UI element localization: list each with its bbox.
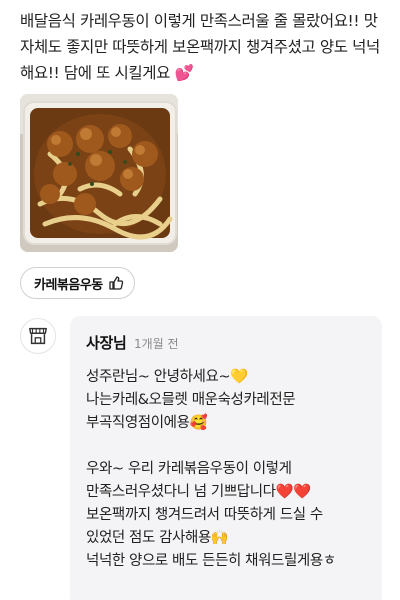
keyword-chip[interactable]: 카레볶음우동: [20, 267, 135, 299]
store-icon: [29, 327, 47, 345]
reply-line: 만족스러우셨다니 넘 기쁘답니다❤️❤️: [86, 484, 311, 500]
reply-line: 넉넉한 양으로 배도 든든히 채워드릴게용ㅎ: [86, 553, 336, 569]
reply-time: 1개월 전: [134, 337, 179, 351]
owner-avatar: [20, 318, 56, 354]
food-photo-illustration: [20, 94, 178, 252]
owner-reply: 사장님 1개월 전 성주란님~ 안녕하세요~💛 나는카레&오믈렛 매운숙성카레전…: [70, 316, 382, 600]
reply-line: 있었던 점도 감사해용🙌: [86, 530, 229, 546]
thumbs-up-icon: [109, 276, 123, 290]
reply-line: 우와~ 우리 카레볶음우동이 이렇게: [86, 461, 292, 477]
reply-line: 보온팩까지 챙겨드려서 따뜻하게 드실 수: [86, 507, 323, 523]
review-text: 배달음식 카레우동이 이렇게 만족스러울 줄 몰랐어요!! 맛 자체도 좋지만 …: [20, 12, 380, 82]
review-photo[interactable]: [20, 94, 178, 252]
reply-line: 성주란님~ 안녕하세요~💛: [86, 369, 248, 385]
owner-name: 사장님: [86, 334, 127, 352]
reply-blank-line: [86, 435, 376, 458]
reply-body: 성주란님~ 안녕하세요~💛 나는카레&오믈렛 매운숙성카레전문 부곡직영점이에용…: [86, 366, 376, 573]
reply-line: 부곡직영점이에용🥰: [86, 415, 208, 431]
keyword-chip-label: 카레볶음우동: [34, 277, 103, 293]
reply-line: 나는카레&오믈렛 매운숙성카레전문: [86, 392, 296, 408]
